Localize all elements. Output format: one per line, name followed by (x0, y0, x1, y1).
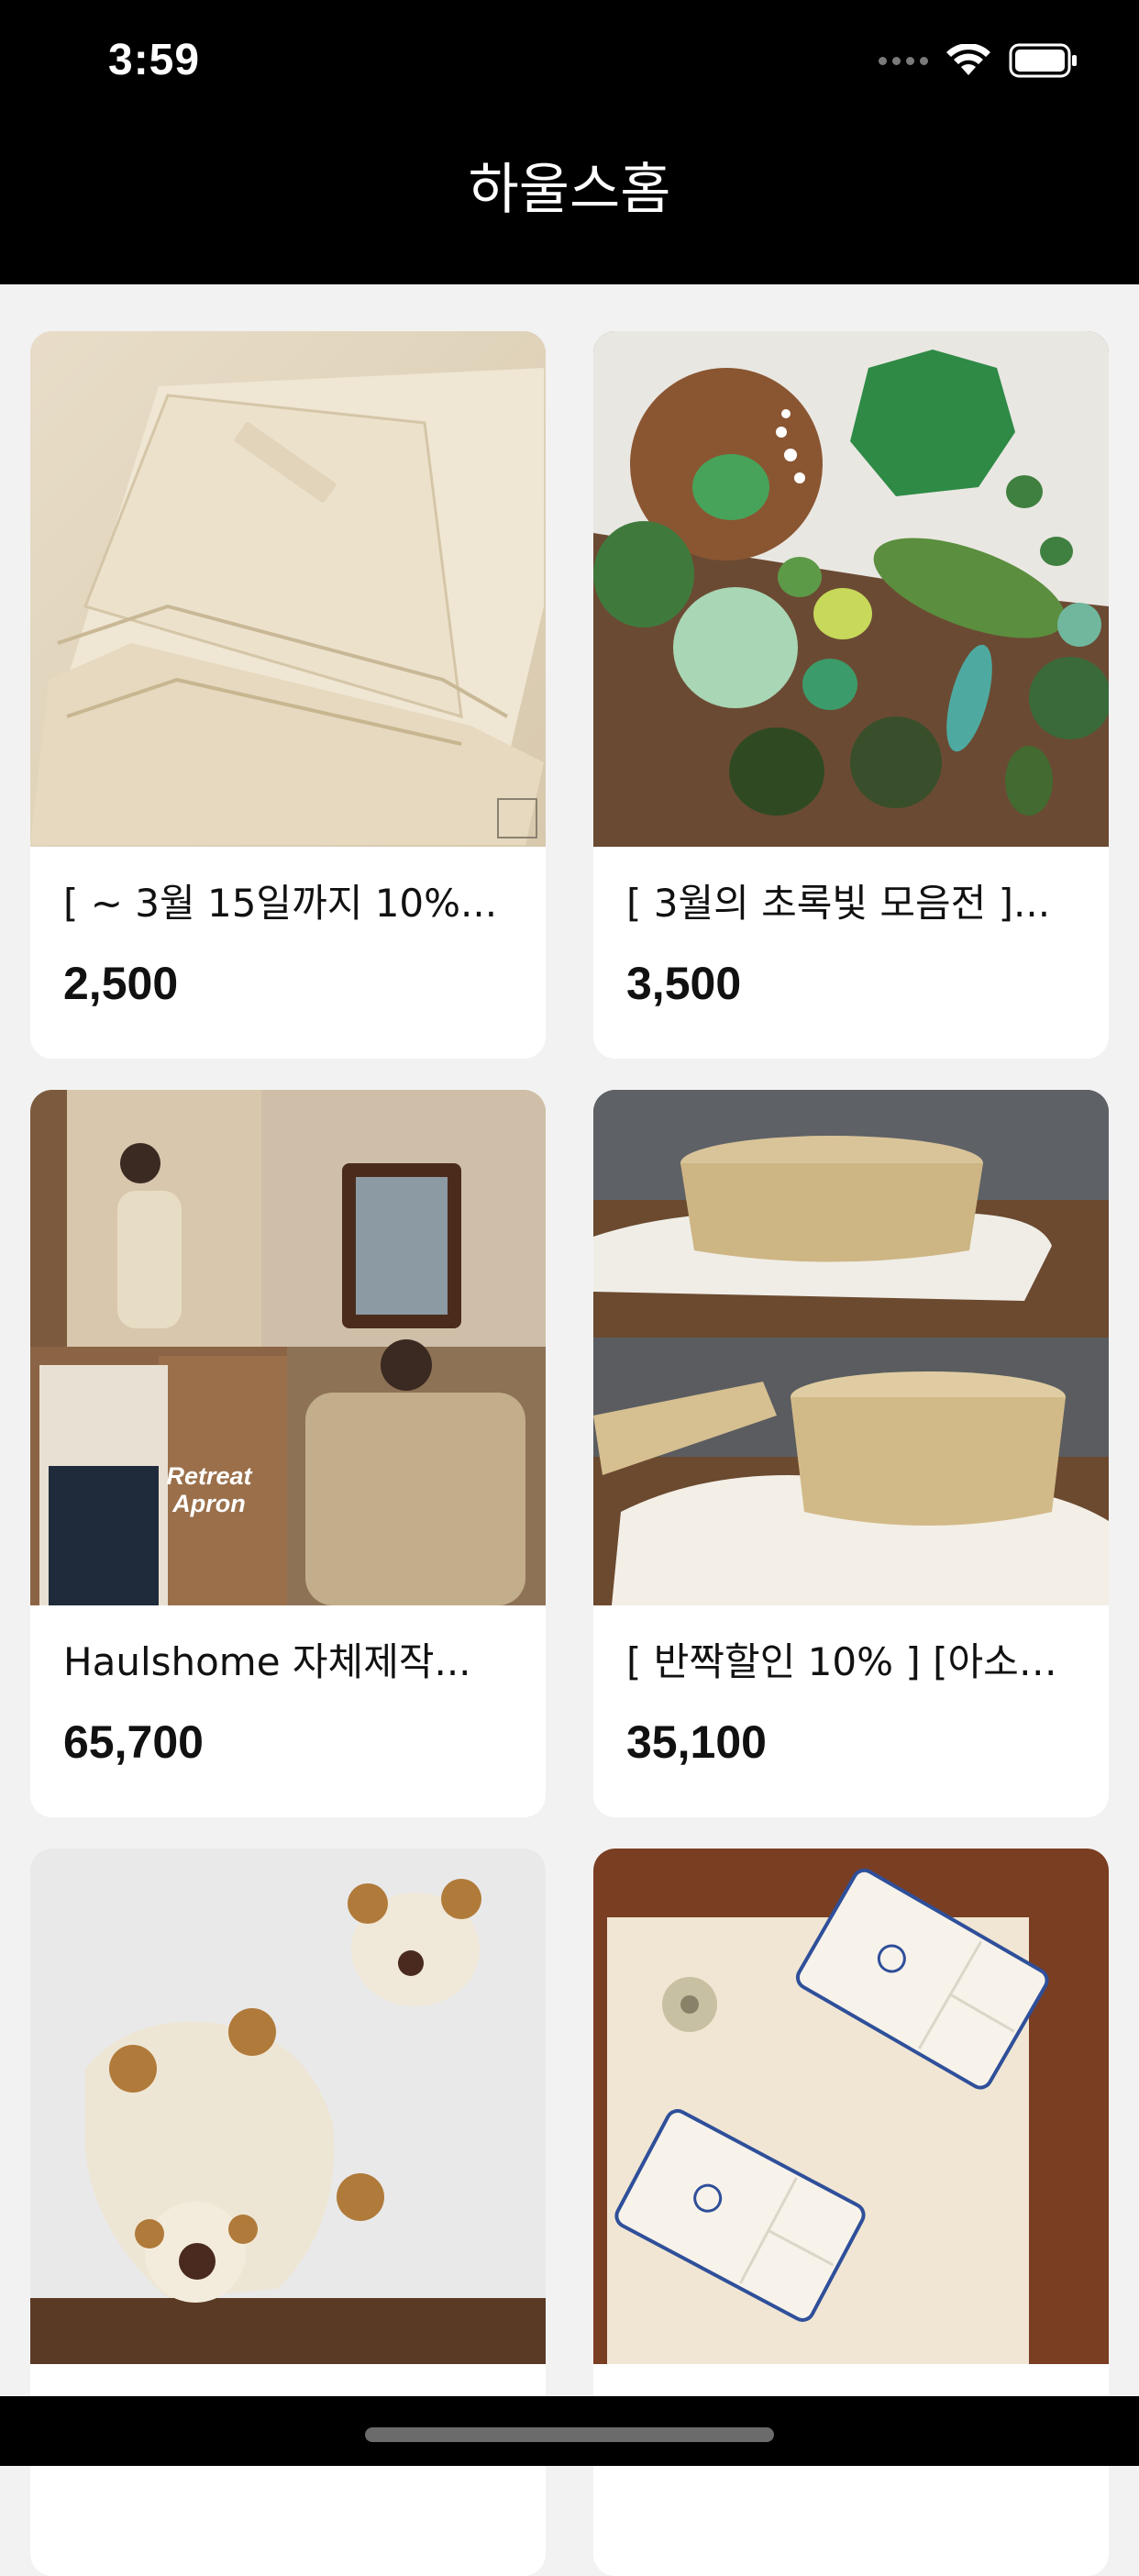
status-time: 3:59 (108, 36, 201, 84)
product-card[interactable] (30, 1849, 546, 2576)
product-price: 3,500 (626, 958, 742, 1009)
home-indicator[interactable] (365, 2427, 774, 2442)
product-image[interactable]: Retreat Apron (30, 1090, 546, 1605)
product-title: [ 반짝할인 10% ] [아소… (626, 1639, 1057, 1684)
product-title: Haulshome 자체제작... (63, 1639, 471, 1684)
status-bar: 3:59 (0, 0, 1139, 121)
product-card[interactable]: [ 3월의 초록빛 모음전 ]... 3,500 (593, 331, 1109, 1059)
cellular-signal-icon (879, 56, 928, 65)
product-grid: [ ~ 3월 15일까지 10%... 2,500 [3월의 초록빛 모음전 … (30, 331, 1109, 2576)
wifi-icon (946, 44, 990, 75)
product-price: 2,500 (63, 958, 179, 1009)
product-card[interactable] (593, 1849, 1109, 2576)
product-price: 65,700 (63, 1716, 204, 1768)
apron-image-text: Retreat (166, 1462, 252, 1490)
page-title: 하울스홈 (468, 157, 671, 222)
svg-text:Apron: Apron (171, 1490, 245, 1517)
product-image[interactable] (30, 331, 546, 847)
product-price: 35,100 (626, 1716, 767, 1768)
product-title: [ ~ 3월 15일까지 10%... (63, 881, 498, 926)
product-image[interactable] (593, 331, 1109, 847)
status-icons (879, 42, 1078, 79)
product-image[interactable] (593, 1090, 1109, 1605)
product-title: [ 3월의 초록빛 모음전 ]... (626, 881, 1051, 926)
battery-icon (1009, 43, 1077, 78)
product-image[interactable] (30, 1849, 546, 2364)
nav-bar: 하울스홈 (0, 121, 1139, 284)
product-card[interactable]: [ ~ 3월 15일까지 10%... 2,500 (30, 331, 546, 1059)
product-card[interactable]: [ 반짝할인 10% ] [아소… 35,100 (593, 1090, 1109, 1817)
product-image[interactable] (593, 1849, 1109, 2364)
home-indicator-area (0, 2396, 1139, 2466)
product-card[interactable]: Retreat Apron Haulshome 자체제작... 65,700 (30, 1090, 546, 1817)
